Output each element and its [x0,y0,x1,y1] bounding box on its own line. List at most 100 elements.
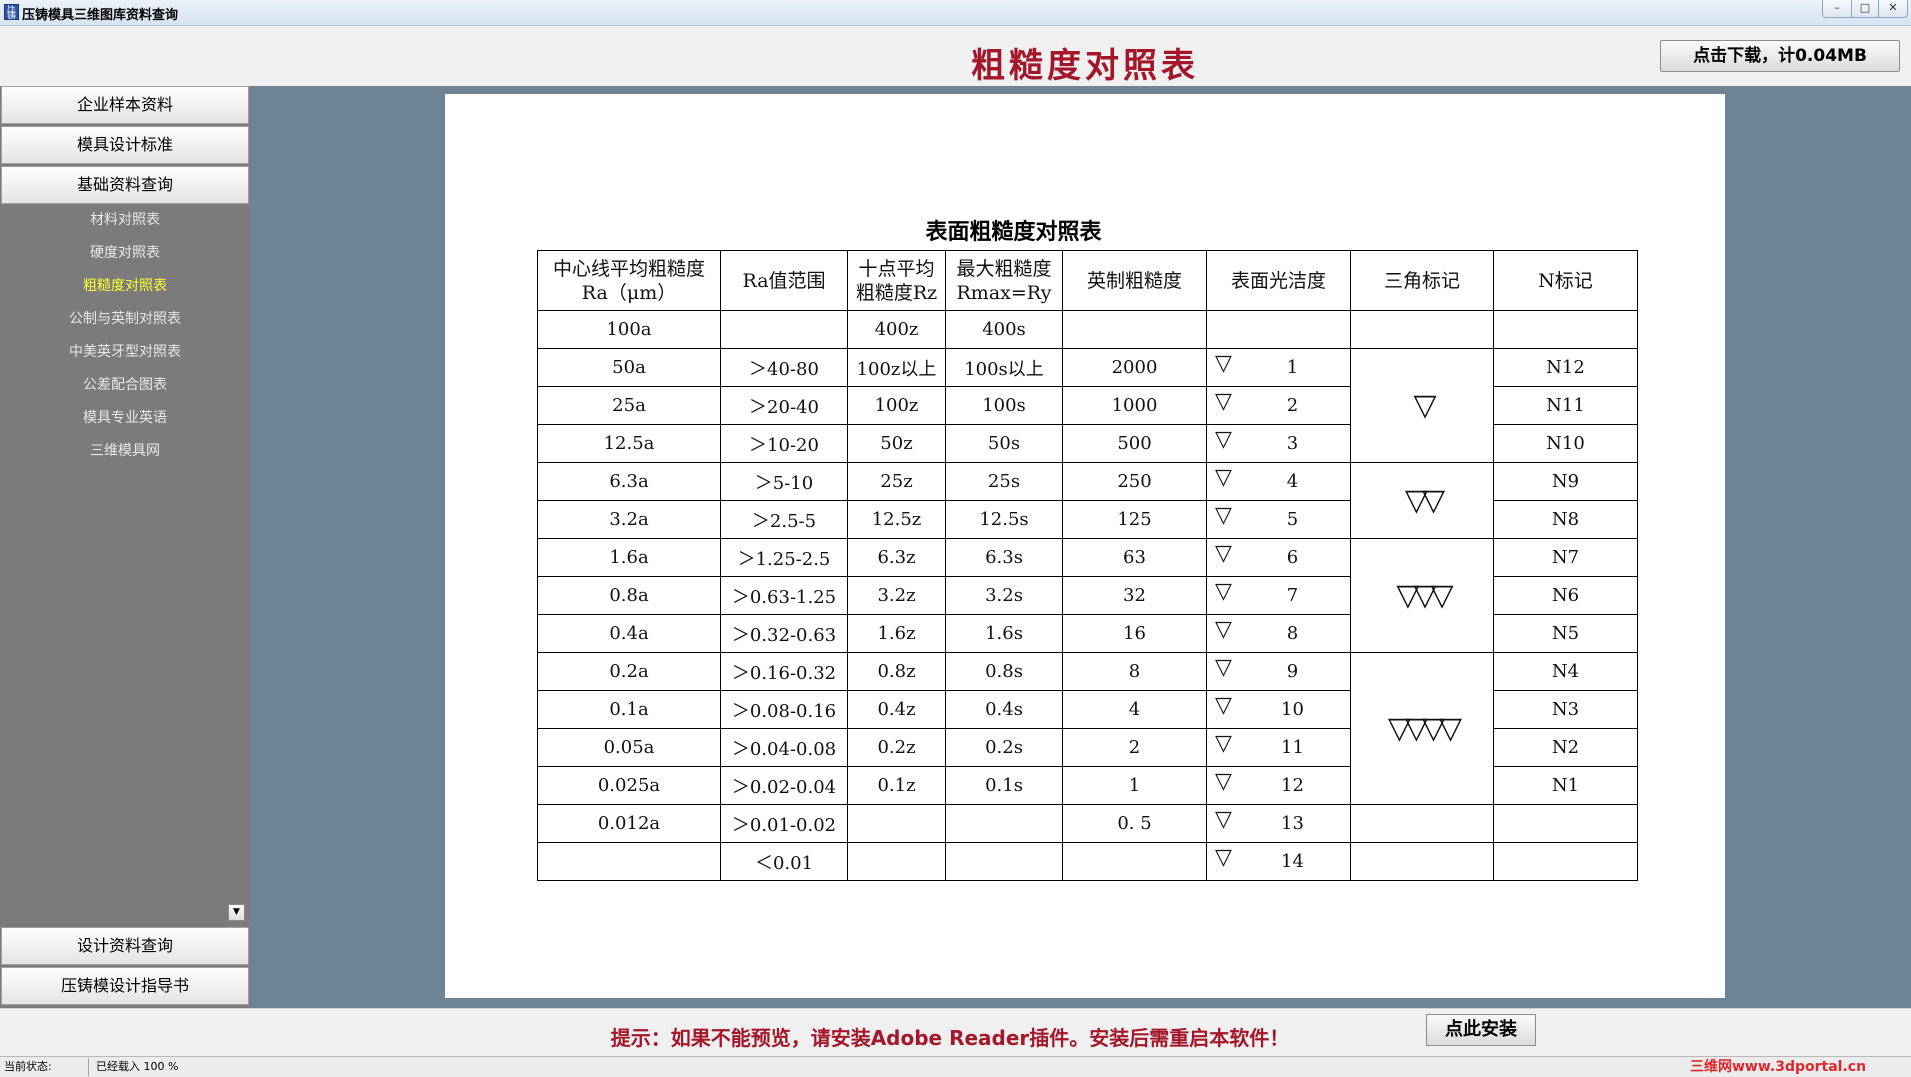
close-button[interactable]: ✕ [1878,0,1908,18]
cell-rmax: 100s [945,386,1063,425]
cell-finish: ▽ 3 [1206,424,1351,463]
cell-finish: ▽ 6 [1206,538,1351,577]
cell-rmax: 400s [945,310,1063,349]
cell-ra: 0.2a [537,652,721,691]
roughness-table: 中心线平均粗糙度 Ra（μm） Ra值范围 十点平均 粗糙度Rz 最大粗糙度 R… [537,250,1638,881]
cell-ra-range: ＞20-40 [720,386,848,425]
cell-n-mark [1493,842,1638,881]
triangle-mark-icon [1350,310,1494,349]
cell-ra: 100a [537,310,721,349]
cell-finish: ▽ 11 [1206,728,1351,767]
sidebar-sub-material-table[interactable]: 材料对照表 [0,208,250,232]
cell-rz: 0.1z [847,766,946,805]
cell-ra-range: ＞10-20 [720,424,848,463]
cell-rz: 0.4z [847,690,946,729]
sidebar-sub-thread-types[interactable]: 中美英牙型对照表 [0,340,250,364]
cell-rmax: 1.6s [945,614,1063,653]
sidebar-item-basic-data-query[interactable]: 基础资料查询 [1,166,249,204]
cell-ra-range: ＞0.08-0.16 [720,690,848,729]
finish-level: 2 [1286,395,1299,416]
cell-finish: ▽ 5 [1206,500,1351,539]
finish-triangle-icon: ▽ [1215,845,1232,870]
finish-triangle-icon: ▽ [1215,541,1232,566]
cell-rz: 0.8z [847,652,946,691]
cell-imperial [1062,842,1207,881]
table-row: ＜0.01 ▽ 14 [537,842,1638,881]
finish-triangle-icon: ▽ [1215,389,1232,414]
finish-level: 4 [1286,471,1299,492]
cell-ra-range: ＞0.16-0.32 [720,652,848,691]
finish-level: 8 [1286,623,1299,644]
cell-imperial: 1 [1062,766,1207,805]
cell-ra: 0.012a [537,804,721,843]
triangle-mark-icon [1350,804,1494,843]
cell-rmax: 3.2s [945,576,1063,615]
sidebar-sub-roughness-table[interactable]: 粗糙度对照表 [0,274,250,298]
cell-ra-range: ＞0.01-0.02 [720,804,848,843]
cell-finish: ▽ 10 [1206,690,1351,729]
cell-rmax: 0.4s [945,690,1063,729]
cell-n-mark: N2 [1493,728,1638,767]
cell-rz: 1.6z [847,614,946,653]
cell-finish: ▽ 13 [1206,804,1351,843]
sidebar-sub-tolerance-fit[interactable]: 公差配合图表 [0,373,250,397]
cell-ra-range: ＞0.32-0.63 [720,614,848,653]
cell-finish: ▽ 9 [1206,652,1351,691]
finish-triangle-icon: ▽ [1215,351,1232,376]
sidebar-item-die-casting-guide[interactable]: 压铸模设计指导书 [1,967,249,1005]
cell-n-mark: N1 [1493,766,1638,805]
finish-triangle-icon: ▽ [1215,655,1232,680]
header-triangle-mark: 三角标记 [1350,250,1494,311]
cell-rz: 25z [847,462,946,501]
cell-ra-range: ＞1.25-2.5 [720,538,848,577]
cell-n-mark: N5 [1493,614,1638,653]
cell-rz: 100z [847,386,946,425]
cell-imperial: 1000 [1062,386,1207,425]
cell-rz: 3.2z [847,576,946,615]
status-divider [88,1058,89,1076]
sidebar-item-enterprise-samples[interactable]: 企业样本资料 [1,86,249,124]
download-button[interactable]: 点击下载，计0.04MB [1660,40,1900,72]
finish-triangle-icon: ▽ [1215,769,1232,794]
sidebar-sub-mold-english[interactable]: 模具专业英语 [0,406,250,430]
finish-level [1265,319,1293,340]
cell-imperial: 125 [1062,500,1207,539]
cell-finish: ▽ 12 [1206,766,1351,805]
cell-finish: ▽ 14 [1206,842,1351,881]
sidebar-sub-3d-mold-site[interactable]: 三维模具网 [0,439,250,463]
triangle-mark-icon [1350,842,1494,881]
cell-rmax: 50s [945,424,1063,463]
sidebar-item-mold-design-standards[interactable]: 模具设计标准 [1,126,249,164]
cell-n-mark: N7 [1493,538,1638,577]
cell-imperial: 0. 5 [1062,804,1207,843]
minimize-button[interactable]: – [1822,0,1852,18]
finish-triangle-icon: ▽ [1215,693,1232,718]
cell-rmax: 0.8s [945,652,1063,691]
cell-rz: 400z [847,310,946,349]
sidebar-scroll-down-icon[interactable]: ▼ [228,904,245,921]
finish-level: 10 [1281,699,1304,720]
sidebar-item-design-data-query[interactable]: 设计资料查询 [1,927,249,965]
table-row: 0.012a ＞0.01-0.02 0. 5 ▽ 13 [537,804,1638,843]
table-row: 50a ＞40-80 100z以上 100s以上 2000 ▽ 1 ▽ N12 [537,348,1638,463]
status-value: 已经载入 100 % [96,1060,179,1073]
window-title-bar [0,0,1911,26]
cell-imperial: 16 [1062,614,1207,653]
sidebar-sub-metric-imperial[interactable]: 公制与英制对照表 [0,307,250,331]
sidebar-sub-hardness-table[interactable]: 硬度对照表 [0,241,250,265]
finish-triangle-icon: ▽ [1215,731,1232,756]
maximize-button[interactable]: □ [1851,0,1879,18]
cell-ra: 25a [537,386,721,425]
cell-ra: 0.8a [537,576,721,615]
cell-rz [847,842,946,881]
cell-n-mark: N3 [1493,690,1638,729]
cell-finish: ▽ 8 [1206,614,1351,653]
cell-n-mark: N11 [1493,386,1638,425]
cell-ra-range: ＜0.01 [720,842,848,881]
cell-n-mark: N4 [1493,652,1638,691]
finish-triangle-icon: ▽ [1215,579,1232,604]
watermark: 三维网www.3dportal.cn [1690,1059,1867,1075]
hint-text: 提示：如果不能预览，请安装Adobe Reader插件。安装后需重启本软件！ [610,1026,1290,1050]
install-button[interactable]: 点此安装 [1426,1014,1536,1046]
cell-imperial: 63 [1062,538,1207,577]
